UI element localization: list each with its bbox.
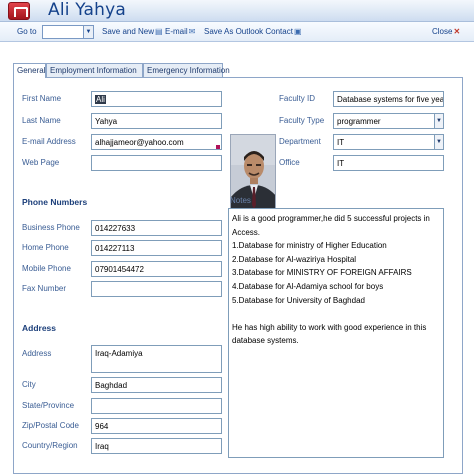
office-label: Office bbox=[279, 158, 300, 167]
city-label: City bbox=[22, 380, 36, 389]
state-province-field[interactable] bbox=[91, 398, 222, 414]
email-button[interactable]: E-mail✉ bbox=[165, 27, 195, 36]
tab-emergency-information[interactable]: Emergency Information bbox=[143, 63, 230, 77]
window-title: Ali Yahya bbox=[48, 0, 126, 20]
toolbar: Go to ▼ Save and New▤ E-mail✉ Save As Ou… bbox=[0, 22, 474, 42]
title-bar: Ali Yahya bbox=[0, 0, 474, 22]
close-icon: ✕ bbox=[453, 27, 461, 36]
email-label: E-mail Address bbox=[22, 137, 76, 146]
address-field[interactable]: Iraq-Adamiya bbox=[91, 345, 222, 373]
zip-postal-code-field[interactable]: 964 bbox=[91, 418, 222, 434]
close-button[interactable]: Close✕ bbox=[432, 27, 460, 36]
address-label: Address bbox=[22, 349, 52, 358]
faculty-id-label: Faculty ID bbox=[279, 94, 316, 103]
email-icon: ✉ bbox=[188, 27, 196, 36]
notes-line bbox=[232, 307, 440, 321]
tab-employment-information[interactable]: Employment Information bbox=[46, 63, 143, 77]
zip-postal-code-label: Zip/Postal Code bbox=[22, 421, 79, 430]
notes-line: 2.Database for Al-waziriya Hospital bbox=[232, 254, 357, 264]
notes-line: 5.Database for University of Baghdad bbox=[232, 295, 365, 305]
notes-line: 4.Database for Al-Adamiya school for boy… bbox=[232, 281, 384, 291]
first-name-field[interactable]: Ali bbox=[91, 91, 222, 107]
business-phone-field[interactable]: 014227633 bbox=[91, 220, 222, 236]
country-region-field[interactable]: Iraq bbox=[91, 438, 222, 454]
goto-select[interactable]: ▼ bbox=[42, 25, 94, 39]
web-page-field[interactable] bbox=[91, 155, 222, 171]
notes-field[interactable]: Ali is a good programmer,he did 5 succes… bbox=[228, 208, 444, 458]
faculty-type-label: Faculty Type bbox=[279, 116, 325, 125]
notes-label: Notes bbox=[230, 196, 251, 205]
address-heading: Address bbox=[22, 323, 57, 333]
tab-general[interactable]: General bbox=[13, 63, 46, 78]
chevron-down-icon[interactable]: ▼ bbox=[434, 114, 443, 128]
new-record-icon: ▤ bbox=[155, 27, 163, 36]
notes-line: 1.Database for ministry of Higher Educat… bbox=[232, 241, 387, 251]
notes-line: Ali is a good programmer,he did 5 succes… bbox=[232, 214, 430, 223]
first-name-label: First Name bbox=[22, 94, 62, 103]
home-phone-field[interactable]: 014227113 bbox=[91, 240, 222, 256]
notes-line: 3.Database for MINISTRY OF FOREIGN AFFAI… bbox=[232, 268, 412, 278]
mobile-phone-field[interactable]: 07901454472 bbox=[91, 261, 222, 277]
last-name-field[interactable]: Yahya bbox=[91, 113, 222, 129]
state-province-label: State/Province bbox=[22, 401, 75, 410]
chevron-down-icon[interactable]: ▼ bbox=[83, 26, 93, 38]
faculty-id-field[interactable]: Database systems for five years bbox=[333, 91, 444, 107]
access-form-icon[interactable] bbox=[8, 2, 30, 20]
form-content: General Employment Information Emergency… bbox=[0, 43, 474, 474]
office-field[interactable]: IT bbox=[333, 155, 444, 171]
notes-line: Access. bbox=[232, 227, 261, 237]
chevron-down-icon[interactable]: ▼ bbox=[434, 135, 443, 149]
notes-line: He has high ability to work with good ex… bbox=[232, 322, 427, 332]
save-and-new-button[interactable]: Save and New▤ bbox=[102, 27, 163, 36]
home-phone-label: Home Phone bbox=[22, 243, 69, 252]
web-page-label: Web Page bbox=[22, 158, 60, 167]
city-field[interactable]: Baghdad bbox=[91, 377, 222, 393]
faculty-type-select[interactable]: programmer ▼ bbox=[333, 113, 444, 129]
last-name-label: Last Name bbox=[22, 116, 61, 125]
email-field[interactable]: alhajjameor@yahoo.com bbox=[91, 134, 222, 150]
mobile-phone-label: Mobile Phone bbox=[22, 264, 71, 273]
department-label: Department bbox=[279, 137, 321, 146]
goto-label: Go to bbox=[17, 27, 37, 36]
business-phone-label: Business Phone bbox=[22, 223, 80, 232]
notes-line: database systems. bbox=[232, 336, 299, 346]
phone-numbers-heading: Phone Numbers bbox=[22, 197, 88, 207]
country-region-label: Country/Region bbox=[22, 441, 78, 450]
hyperlink-marker-icon bbox=[216, 145, 220, 149]
fax-number-label: Fax Number bbox=[22, 284, 67, 293]
save-as-outlook-contact-button[interactable]: Save As Outlook Contact▣ bbox=[204, 27, 302, 36]
contact-card-icon: ▣ bbox=[293, 27, 302, 36]
department-select[interactable]: IT ▼ bbox=[333, 134, 444, 150]
fax-number-field[interactable] bbox=[91, 281, 222, 297]
